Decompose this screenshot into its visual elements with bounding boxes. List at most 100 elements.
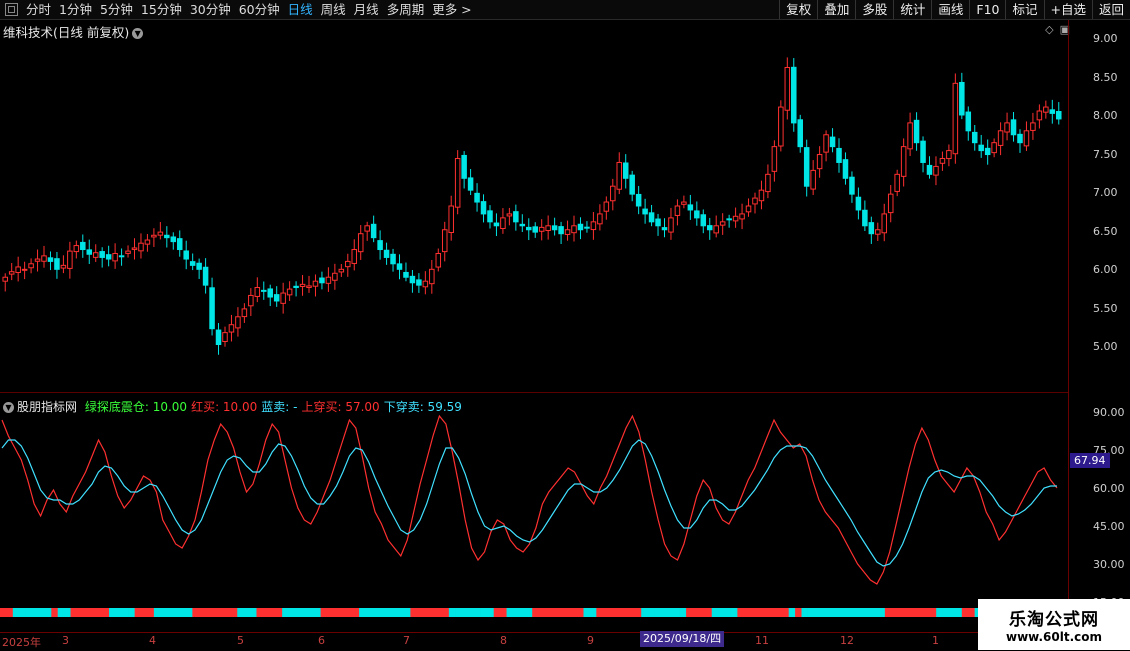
tab-timeframe[interactable]: 5分钟 [96,2,137,17]
candle-down [390,253,396,265]
back-button[interactable]: 返回 [1091,0,1130,19]
price-axis-label: 6.00 [1093,263,1118,276]
candle-down [661,227,668,231]
signal-bar-segment [19,608,27,617]
price-axis-label: 5.50 [1093,302,1118,315]
signal-bar-segment [679,608,687,617]
stats-button[interactable]: 统计 [893,0,931,19]
candle-down [855,196,862,211]
signal-bar-segment [480,608,488,617]
tab-timeframe[interactable]: 30分钟 [186,2,235,17]
tab-timeframe[interactable]: 周线 [317,2,350,17]
mark-button[interactable]: 标记 [1005,0,1043,19]
signal-bar-segment [301,608,309,617]
multi-stock-button[interactable]: 多股 [855,0,893,19]
signal-bar-segment [102,608,110,617]
tab-timeframe[interactable]: 多周期 [383,2,429,17]
oscillator-chart[interactable] [0,400,1068,632]
candle-down [629,174,635,195]
candle-up [41,255,47,262]
candle-down [105,254,112,260]
signal-bar-segment [109,608,116,617]
tab-timeframe-active[interactable]: 日线 [284,2,317,17]
top-toolbar: 分时 1分钟 5分钟 15分钟 30分钟 60分钟 日线 周线 月线 多周期 更… [0,0,1130,20]
candle-down [202,266,209,286]
signal-bar-segment [282,608,290,617]
candlestick-chart[interactable] [0,20,1068,392]
candle-up [1030,122,1036,131]
candle-down [622,162,629,179]
candle-up [1036,110,1043,121]
signal-bar-segment [654,608,661,617]
tab-timeframe[interactable]: 60分钟 [235,2,284,17]
candle-down [47,257,54,262]
signal-bar-segment [416,608,424,617]
signal-bar-segment [346,608,354,617]
signal-bar-segment [288,608,296,617]
candle-up [151,234,157,238]
candle-up [778,106,784,147]
candle-up [422,280,429,288]
signal-bar-segment [294,608,302,617]
candle-down [965,111,972,132]
candle-up [610,185,616,202]
candle-down [1010,119,1017,136]
signal-bar-segment [237,608,245,617]
adjust-button[interactable]: 复权 [779,0,817,19]
tab-timeframe[interactable]: 1分钟 [55,2,96,17]
candle-down [383,249,390,258]
candle-up [991,142,997,154]
signal-bar-segment [545,608,552,617]
month-label: 7 [403,634,410,647]
tab-timeframe[interactable]: 月线 [350,2,383,17]
month-label: 5 [237,634,244,647]
signal-bar-segment [538,608,546,617]
window-icon[interactable] [5,3,18,16]
candle-up [435,252,442,268]
more-timeframes-button[interactable]: 更多 > [428,2,475,17]
signal-bar-segment [852,608,860,617]
signal-bar-segment [115,608,123,617]
candle-down [584,226,590,229]
tab-timeframe[interactable]: 15分钟 [137,2,186,17]
candle-up [713,225,719,234]
overlay-button[interactable]: 叠加 [817,0,855,19]
signal-bar-segment [384,608,392,617]
signal-bar-segment [468,608,475,617]
signal-bar-segment [314,608,322,617]
candle-down [487,210,493,223]
osc-axis-label: 30.00 [1093,558,1125,571]
signal-bar-segment [743,608,751,617]
candle-up [545,225,551,232]
signal-bar-segment [839,608,847,617]
candle-down [396,263,403,270]
signal-bar-segment [756,608,764,617]
indicator-line [1,439,1057,567]
signal-bar-segment [269,608,277,617]
signal-bar-segment [333,608,341,617]
candle-down [526,226,532,231]
candle-up [1043,106,1049,113]
candle-up [235,316,241,329]
candle-up [745,205,752,213]
candle-down [319,277,325,284]
signal-bar-segment [923,608,931,617]
candle-down [293,285,299,289]
signal-bar-segment [320,608,328,617]
signal-bar-segment [621,608,629,617]
f10-button[interactable]: F10 [969,0,1005,19]
candle-up [351,249,358,264]
draw-line-button[interactable]: 画线 [931,0,969,19]
signal-bar-segment [532,608,540,617]
month-label: 3 [62,634,69,647]
candle-down [461,154,467,179]
signal-bar-segment [442,608,450,617]
candle-up [21,268,28,271]
indicator-line [1,414,1058,585]
signal-bar-segment [833,608,841,617]
tab-timeframe[interactable]: 分时 [22,2,55,17]
candle-down [164,234,170,239]
signal-bar-segment [448,608,456,617]
candle-up [157,231,164,236]
add-watchlist-button[interactable]: +自选 [1043,0,1092,19]
